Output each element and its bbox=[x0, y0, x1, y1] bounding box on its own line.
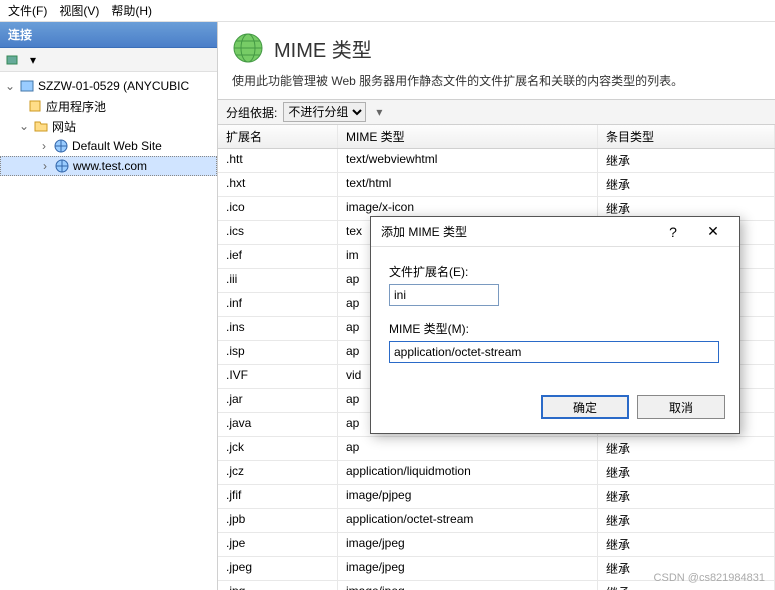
cell-ext: .jpe bbox=[218, 533, 338, 556]
cancel-button[interactable]: 取消 bbox=[637, 395, 725, 419]
table-row[interactable]: .hxttext/html继承 bbox=[218, 173, 775, 197]
page-description: 使用此功能管理被 Web 服务器用作静态文件的文件扩展名和关联的内容类型的列表。 bbox=[218, 70, 775, 99]
cell-ext: .iii bbox=[218, 269, 338, 292]
globe-icon bbox=[53, 138, 69, 154]
tree-label: SZZW-01-0529 (ANYCUBIC bbox=[38, 79, 189, 93]
table-header: 扩展名 MIME 类型 条目类型 bbox=[218, 125, 775, 149]
sidebar-toolbar: ▾ bbox=[0, 48, 217, 72]
tree-server-node[interactable]: ⌄ SZZW-01-0529 (ANYCUBIC bbox=[0, 76, 217, 96]
cell-mime: text/webviewhtml bbox=[338, 149, 598, 172]
tree-apppool-node[interactable]: 应用程序池 bbox=[0, 96, 217, 116]
add-mime-dialog: 添加 MIME 类型 ? ✕ 文件扩展名(E): MIME 类型(M): 确定 … bbox=[370, 216, 740, 434]
cell-entry: 继承 bbox=[598, 581, 775, 590]
menu-view[interactable]: 视图(V) bbox=[59, 2, 99, 19]
menu-help[interactable]: 帮助(H) bbox=[111, 2, 152, 19]
cell-ext: .IVF bbox=[218, 365, 338, 388]
group-select[interactable]: 不进行分组 bbox=[283, 102, 366, 122]
toolbar-connect-icon[interactable] bbox=[4, 51, 22, 69]
cell-ext: .hxt bbox=[218, 173, 338, 196]
cell-ext: .isp bbox=[218, 341, 338, 364]
apppool-icon bbox=[27, 98, 43, 114]
cell-ext: .jcz bbox=[218, 461, 338, 484]
tree-sites-node[interactable]: ⌄ 网站 bbox=[0, 116, 217, 136]
cell-ext: .jck bbox=[218, 437, 338, 460]
expand-icon[interactable]: ⌄ bbox=[4, 79, 16, 93]
tree-label: Default Web Site bbox=[72, 139, 162, 153]
cell-entry: 继承 bbox=[598, 149, 775, 172]
tree-default-site-node[interactable]: › Default Web Site bbox=[0, 136, 217, 156]
mime-input[interactable] bbox=[389, 341, 719, 363]
cell-mime: image/jpeg bbox=[338, 557, 598, 580]
cell-ext: .ins bbox=[218, 317, 338, 340]
cell-ext: .jpeg bbox=[218, 557, 338, 580]
cell-mime: application/octet-stream bbox=[338, 509, 598, 532]
folder-icon bbox=[33, 118, 49, 134]
extension-label: 文件扩展名(E): bbox=[389, 263, 721, 280]
table-row[interactable]: .jpegimage/jpeg继承 bbox=[218, 557, 775, 581]
cell-mime: text/html bbox=[338, 173, 598, 196]
header-mime[interactable]: MIME 类型 bbox=[338, 125, 598, 148]
cell-ext: .ico bbox=[218, 197, 338, 220]
cell-ext: .jfif bbox=[218, 485, 338, 508]
cell-ext: .htt bbox=[218, 149, 338, 172]
cell-ext: .inf bbox=[218, 293, 338, 316]
dialog-titlebar: 添加 MIME 类型 ? ✕ bbox=[371, 217, 739, 247]
mime-globe-icon bbox=[232, 32, 264, 64]
extension-input[interactable] bbox=[389, 284, 499, 306]
cell-ext: .java bbox=[218, 413, 338, 436]
help-button[interactable]: ? bbox=[653, 219, 693, 245]
globe-icon bbox=[54, 158, 70, 174]
expand-icon[interactable]: ⌄ bbox=[18, 119, 30, 133]
cell-mime: image/jpeg bbox=[338, 533, 598, 556]
cell-ext: .jar bbox=[218, 389, 338, 412]
page-title: MIME 类型 bbox=[274, 34, 372, 63]
cell-ext: .jpg bbox=[218, 581, 338, 590]
group-label: 分组依据: bbox=[226, 104, 277, 121]
expand-icon[interactable]: › bbox=[39, 159, 51, 173]
table-row[interactable]: .jfifimage/pjpeg继承 bbox=[218, 485, 775, 509]
cell-entry: 继承 bbox=[598, 533, 775, 556]
connections-tree: ⌄ SZZW-01-0529 (ANYCUBIC 应用程序池 ⌄ 网站 › De… bbox=[0, 72, 217, 180]
server-icon bbox=[19, 78, 35, 94]
menu-file[interactable]: 文件(F) bbox=[8, 2, 47, 19]
content-header: MIME 类型 bbox=[218, 22, 775, 70]
header-entry[interactable]: 条目类型 bbox=[598, 125, 775, 148]
cell-entry: 继承 bbox=[598, 557, 775, 580]
table-row[interactable]: .jpgimage/jpeg继承 bbox=[218, 581, 775, 590]
tree-test-site-node[interactable]: › www.test.com bbox=[0, 156, 217, 176]
tree-label: www.test.com bbox=[73, 159, 147, 173]
cell-entry: 继承 bbox=[598, 509, 775, 532]
table-row[interactable]: .jckap继承 bbox=[218, 437, 775, 461]
cell-mime: image/jpeg bbox=[338, 581, 598, 590]
ok-button[interactable]: 确定 bbox=[541, 395, 629, 419]
tree-label: 网站 bbox=[52, 118, 76, 135]
table-row[interactable]: .jczapplication/liquidmotion继承 bbox=[218, 461, 775, 485]
close-button[interactable]: ✕ bbox=[693, 219, 733, 245]
cell-entry: 继承 bbox=[598, 485, 775, 508]
cell-mime: application/liquidmotion bbox=[338, 461, 598, 484]
cell-ext: .ics bbox=[218, 221, 338, 244]
cell-entry: 继承 bbox=[598, 437, 775, 460]
cell-ext: .ief bbox=[218, 245, 338, 268]
sidebar-header: 连接 bbox=[0, 22, 217, 48]
cell-mime: image/pjpeg bbox=[338, 485, 598, 508]
cell-ext: .jpb bbox=[218, 509, 338, 532]
header-extension[interactable]: 扩展名 bbox=[218, 125, 338, 148]
toolbar-dropdown-icon[interactable]: ▾ bbox=[24, 51, 42, 69]
tree-label: 应用程序池 bbox=[46, 98, 106, 115]
group-toolbar: 分组依据: 不进行分组 ▾ bbox=[218, 99, 775, 125]
mime-label: MIME 类型(M): bbox=[389, 320, 721, 337]
dialog-title-text: 添加 MIME 类型 bbox=[381, 223, 653, 240]
cell-entry: 继承 bbox=[598, 173, 775, 196]
sidebar: 连接 ▾ ⌄ SZZW-01-0529 (ANYCUBIC 应用程序池 ⌄ 网站… bbox=[0, 22, 218, 590]
expand-icon[interactable]: › bbox=[38, 139, 50, 153]
menubar: 文件(F) 视图(V) 帮助(H) bbox=[0, 0, 775, 22]
dropdown-icon[interactable]: ▾ bbox=[376, 105, 382, 119]
cell-mime: ap bbox=[338, 437, 598, 460]
table-row[interactable]: .htttext/webviewhtml继承 bbox=[218, 149, 775, 173]
table-row[interactable]: .jpbapplication/octet-stream继承 bbox=[218, 509, 775, 533]
table-row[interactable]: .jpeimage/jpeg继承 bbox=[218, 533, 775, 557]
cell-entry: 继承 bbox=[598, 461, 775, 484]
